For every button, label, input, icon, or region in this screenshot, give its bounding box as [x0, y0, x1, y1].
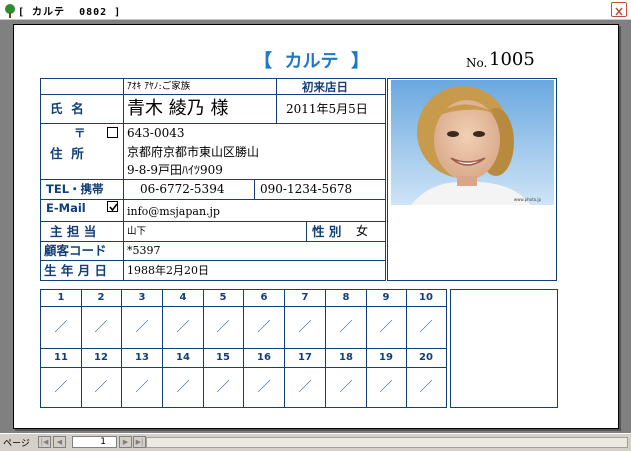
window-titlebar: [ カルテ 0802 ]	[0, 0, 631, 20]
visit-number-9: 9	[382, 292, 390, 303]
email-checkbox[interactable]	[107, 201, 118, 212]
postal-mark: 〒	[74, 126, 86, 140]
record-no-value: 1005	[489, 49, 535, 70]
visit-date-field-5[interactable]: ／	[203, 321, 243, 335]
visit-date-field-13[interactable]: ／	[122, 381, 162, 395]
tel-value[interactable]: 06-6772-5394	[140, 182, 224, 197]
visit-date-field-17[interactable]: ／	[285, 381, 325, 395]
visit-date-field-6[interactable]: ／	[244, 321, 284, 335]
visit-date-field-20[interactable]: ／	[406, 381, 446, 395]
visit-date-field-1[interactable]: ／	[41, 321, 81, 335]
tel-label: TEL・携帯	[46, 182, 104, 196]
page-title: 【 カルテ 】	[254, 51, 370, 72]
visit-number-14: 14	[176, 352, 190, 363]
furigana-value[interactable]: ｱｵｷ ｱﾔﾉ:ご家族	[127, 81, 190, 93]
visit-date-field-4[interactable]: ／	[163, 321, 203, 335]
visit-date-field-12[interactable]: ／	[81, 381, 121, 395]
karte-sheet: 【 カルテ 】 No. 1005 ｱｵｷ ｱﾔﾉ:ご家族 初来店日 氏 名 青木…	[13, 24, 619, 429]
notes-box[interactable]	[450, 289, 558, 408]
visit-number-19: 19	[379, 352, 393, 363]
last-record-button[interactable]: ▶|	[133, 436, 146, 448]
visit-number-7: 7	[301, 292, 309, 303]
record-no-label: No.	[466, 56, 488, 70]
svg-text:www.photo.jp: www.photo.jp	[514, 197, 542, 202]
visit-number-16: 16	[257, 352, 271, 363]
visit-number-18: 18	[339, 352, 353, 363]
first-record-button[interactable]: |◀	[38, 436, 51, 448]
staff-label: 主 担 当	[50, 224, 97, 239]
address-line2-value[interactable]: 9-8-9戸田ﾊｲﾂ909	[127, 163, 223, 178]
visit-number-13: 13	[135, 352, 149, 363]
postal-checkbox[interactable]	[107, 127, 118, 138]
customer-code-value[interactable]: *5397	[127, 243, 161, 258]
visit-number-8: 8	[342, 292, 350, 303]
postal-code-value[interactable]: 643-0043	[127, 126, 185, 141]
visit-date-field-18[interactable]: ／	[326, 381, 366, 395]
email-label: E-Mail	[46, 201, 86, 215]
tree-app-icon	[3, 3, 17, 18]
checkmark-icon	[109, 203, 118, 212]
name-label: 氏 名	[50, 101, 84, 116]
visit-date-field-3[interactable]: ／	[122, 321, 162, 335]
visit-date-field-8[interactable]: ／	[326, 321, 366, 335]
customer-name-value[interactable]: 青木 綾乃 様	[127, 98, 228, 120]
gender-value[interactable]: 女	[356, 224, 368, 239]
visit-date-field-15[interactable]: ／	[203, 381, 243, 395]
horizontal-scrollbar[interactable]	[146, 437, 628, 448]
visit-date-field-11[interactable]: ／	[41, 381, 81, 395]
staff-value[interactable]: 山下	[127, 226, 146, 238]
visit-number-12: 12	[94, 352, 108, 363]
mobile-value[interactable]: 090-1234-5678	[260, 182, 352, 197]
visit-number-6: 6	[260, 292, 268, 303]
visit-number-10: 10	[419, 292, 433, 303]
visit-number-17: 17	[298, 352, 312, 363]
address-label: 住 所	[50, 146, 84, 161]
visit-number-15: 15	[216, 352, 230, 363]
visit-date-field-2[interactable]: ／	[81, 321, 121, 335]
prev-record-button[interactable]: ◀	[53, 436, 66, 448]
visit-number-3: 3	[138, 292, 146, 303]
visit-date-field-14[interactable]: ／	[163, 381, 203, 395]
visit-number-1: 1	[57, 292, 65, 303]
address-line1-value[interactable]: 京都府京都市東山区勝山	[127, 145, 259, 160]
close-button[interactable]	[611, 2, 627, 17]
page-number-input[interactable]: 1	[72, 436, 117, 448]
window-title: [ カルテ 0802 ]	[18, 7, 122, 18]
visit-number-5: 5	[219, 292, 227, 303]
visit-number-2: 2	[97, 292, 105, 303]
page-label: ページ	[3, 439, 30, 449]
visit-date-field-7[interactable]: ／	[285, 321, 325, 335]
birthdate-label: 生 年 月 日	[44, 263, 108, 278]
record-navigation-bar: ページ |◀ ◀ 1 ▶ ▶|	[0, 433, 631, 451]
email-value[interactable]: info@msjapan.jp	[127, 204, 220, 219]
gender-label: 性 別	[312, 224, 342, 239]
first-visit-value[interactable]: 2011年5月5日	[286, 102, 368, 117]
first-visit-label: 初来店日	[302, 80, 348, 94]
visit-number-4: 4	[179, 292, 187, 303]
visit-date-field-16[interactable]: ／	[244, 381, 284, 395]
customer-code-label: 顧客コード	[44, 243, 107, 258]
visit-date-field-9[interactable]: ／	[366, 321, 406, 335]
birthdate-value[interactable]: 1988年2月20日	[127, 263, 209, 278]
next-record-button[interactable]: ▶	[119, 436, 132, 448]
visit-number-11: 11	[54, 352, 68, 363]
customer-photo[interactable]: www.photo.jp	[391, 80, 554, 205]
visit-date-field-19[interactable]: ／	[366, 381, 406, 395]
visit-number-20: 20	[419, 352, 433, 363]
close-icon	[615, 7, 623, 16]
visit-date-field-10[interactable]: ／	[406, 321, 446, 335]
